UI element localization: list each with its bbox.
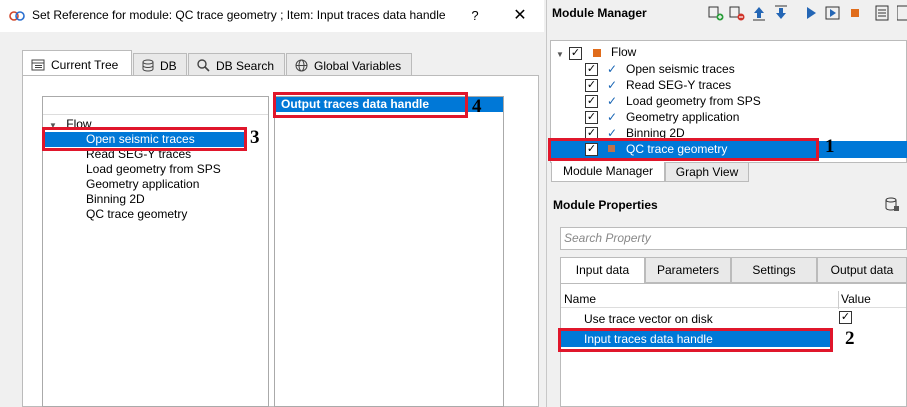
- use-trace-vector-checkbox[interactable]: ✓: [839, 311, 852, 324]
- tree-item-label: QC trace geometry: [86, 207, 188, 221]
- data-handle-list: Output traces data handle: [274, 96, 504, 407]
- annotation-number-4: 4: [472, 96, 482, 117]
- tab-graph-view[interactable]: Graph View: [665, 162, 749, 182]
- annotation-box-2: [558, 328, 833, 352]
- properties-db-icon[interactable]: [884, 196, 900, 212]
- enabled-check-icon: ✓: [607, 110, 618, 124]
- move-up-icon[interactable]: [751, 5, 767, 21]
- mm-item-checkbox[interactable]: ✓: [585, 79, 598, 92]
- dialog-title: Set Reference for module: QC trace geome…: [32, 8, 446, 22]
- mm-collapse-arrow-icon[interactable]: ▼: [556, 46, 564, 61]
- tab-db[interactable]: DB: [133, 53, 187, 77]
- flow-square-icon: [593, 49, 601, 57]
- log-icon[interactable]: [874, 5, 890, 21]
- mm-flow-label[interactable]: Flow: [611, 45, 636, 60]
- mm-item-checkbox[interactable]: ✓: [585, 63, 598, 76]
- tree-item-qc-trace-geometry[interactable]: QC trace geometry: [86, 207, 187, 222]
- enabled-check-icon: ✓: [607, 78, 618, 92]
- search-property-input[interactable]: Search Property: [560, 227, 907, 250]
- tree-item-binning-2d[interactable]: Binning 2D: [86, 192, 145, 207]
- column-header-name[interactable]: Name: [564, 292, 596, 306]
- tab-label: DB Search: [216, 58, 275, 73]
- tree-header: [43, 97, 268, 115]
- move-down-icon[interactable]: [773, 5, 789, 21]
- mm-item-read-segy-traces[interactable]: Read SEG-Y traces: [626, 78, 731, 93]
- mm-item-geometry-application[interactable]: Geometry application: [626, 110, 739, 125]
- mm-item-checkbox[interactable]: ✓: [585, 111, 598, 124]
- tab-label: Global Variables: [314, 58, 402, 73]
- tree-item-label: Binning 2D: [86, 192, 145, 206]
- tab-output-data[interactable]: Output data: [817, 257, 907, 283]
- annotation-number-1: 1: [825, 136, 835, 157]
- mm-item-checkbox[interactable]: ✓: [585, 95, 598, 108]
- tree-item-geometry-application[interactable]: Geometry application: [86, 177, 199, 192]
- tab-settings[interactable]: Settings: [731, 257, 817, 283]
- annotation-box-3: [42, 127, 247, 151]
- prop-name-use-trace-vector: Use trace vector on disk: [584, 312, 713, 326]
- tree-item-load-geometry[interactable]: Load geometry from SPS: [86, 162, 221, 177]
- app-logo-icon: [9, 11, 25, 21]
- reference-dialog: Set Reference for module: QC trace geome…: [0, 0, 544, 407]
- globe-icon: [295, 59, 308, 72]
- tab-current-tree[interactable]: Current Tree: [22, 50, 132, 78]
- module-properties-title: Module Properties: [553, 198, 658, 212]
- module-manager-title: Module Manager: [552, 6, 647, 20]
- tab-label: Current Tree: [51, 57, 119, 72]
- more-icon[interactable]: [895, 5, 907, 21]
- mm-flow-checkbox[interactable]: ✓: [569, 47, 582, 60]
- tree-item-label: Geometry application: [86, 177, 200, 191]
- enabled-check-icon: ✓: [607, 94, 618, 108]
- close-button[interactable]: ✕: [506, 3, 534, 29]
- database-icon: [142, 59, 154, 72]
- mm-item-open-seismic-traces[interactable]: Open seismic traces: [626, 62, 735, 77]
- tab-global-variables[interactable]: Global Variables: [286, 53, 412, 77]
- step-run-icon[interactable]: [825, 5, 841, 21]
- run-icon[interactable]: [803, 5, 819, 21]
- annotation-box-4: [273, 92, 468, 118]
- help-button[interactable]: ?: [462, 3, 488, 29]
- column-header-value[interactable]: Value: [841, 292, 871, 306]
- annotation-number-2: 2: [845, 328, 855, 349]
- search-icon: [197, 59, 210, 72]
- column-divider[interactable]: [838, 291, 839, 309]
- enabled-check-icon: ✓: [607, 62, 618, 76]
- dialog-titlebar: Set Reference for module: QC trace geome…: [0, 0, 544, 32]
- mm-item-load-geometry[interactable]: Load geometry from SPS: [626, 94, 761, 109]
- tab-input-data[interactable]: Input data: [560, 257, 645, 283]
- tree-item-label: Load geometry from SPS: [86, 162, 221, 176]
- stop-icon[interactable]: [847, 5, 863, 21]
- annotation-number-3: 3: [250, 127, 260, 148]
- tab-module-manager[interactable]: Module Manager: [551, 162, 665, 182]
- tab-db-search[interactable]: DB Search: [188, 53, 285, 77]
- tree-icon: [31, 59, 45, 70]
- annotation-box-1: [548, 138, 819, 161]
- add-module-icon[interactable]: [708, 5, 724, 21]
- tab-parameters[interactable]: Parameters: [645, 257, 731, 283]
- remove-module-icon[interactable]: [729, 5, 745, 21]
- tab-label: DB: [160, 58, 177, 73]
